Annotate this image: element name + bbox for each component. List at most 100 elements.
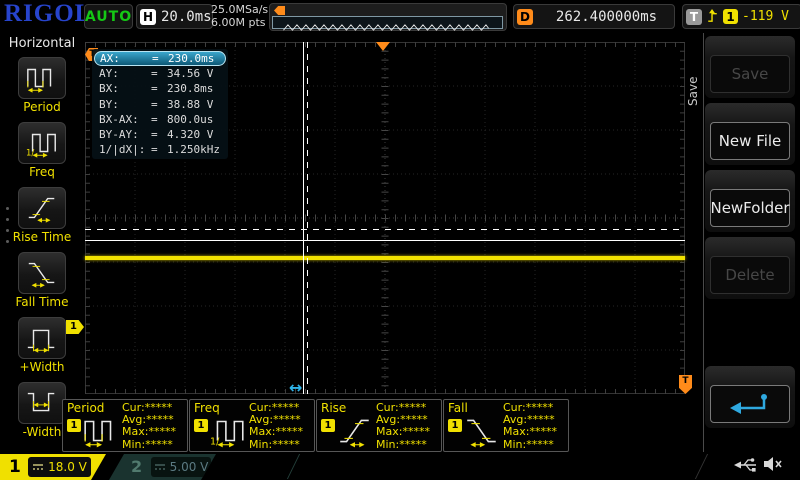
memory-position-bar[interactable] — [269, 3, 507, 31]
run-status-label: AUTO — [85, 9, 132, 25]
cursor-row-ax: AX: = 230.0ms — [94, 51, 226, 66]
measure-min: Min:***** — [376, 439, 430, 451]
save-button[interactable]: Save — [705, 36, 795, 98]
timebase-value: 20.0ms — [161, 9, 212, 25]
menu-item-period[interactable]: Period — [0, 57, 84, 114]
cursor-row-inv-dx: 1/|dX|: = 1.250kHz — [94, 142, 226, 157]
cursor-label: BX-AX: — [99, 113, 151, 126]
cursor-label: AX: — [100, 52, 152, 65]
menu-item-label: +Width — [0, 360, 84, 374]
tab-divider — [695, 454, 708, 479]
fall-time-icon — [463, 414, 501, 452]
measure-name: Fall — [448, 401, 468, 415]
measure-channel-badge: 1 — [321, 419, 335, 432]
rise-time-icon — [18, 187, 66, 229]
menu-item-label: Rise Time — [0, 230, 84, 244]
measure-min: Min:***** — [249, 439, 303, 451]
trigger-box[interactable]: T 1 -119 V — [682, 4, 800, 29]
channel2-scale: 5.00 V — [170, 460, 209, 474]
cursor-value: 230.0ms — [168, 52, 220, 65]
menu-scroll-dot — [6, 207, 9, 210]
memory-position-marker-icon — [274, 6, 285, 15]
menu-item-label: Freq — [0, 165, 84, 179]
cursor-eq: = — [151, 67, 167, 80]
horizontal-timebase-box[interactable]: H 20.0ms — [136, 4, 213, 29]
trigger-slope-icon — [706, 8, 719, 25]
delay-value: 262.400000ms — [539, 9, 674, 25]
left-menu-title: Horizontal — [0, 36, 84, 51]
cursor-ay-line[interactable] — [85, 240, 685, 241]
delete-button[interactable]: Delete — [705, 237, 795, 299]
measure-max: Max:***** — [249, 426, 303, 438]
cursor-value: 800.0us — [167, 113, 221, 126]
measure-max: Max:***** — [503, 426, 557, 438]
return-arrow-icon — [728, 391, 772, 417]
menu-item-freq[interactable]: 1/ Freq — [0, 122, 84, 179]
usb-icon — [733, 457, 759, 477]
rise-time-icon — [336, 414, 374, 452]
delay-box[interactable]: D 262.400000ms — [513, 4, 675, 29]
delete-button-label: Delete — [710, 256, 790, 294]
cursor-bx-line[interactable] — [307, 42, 308, 394]
cursor-measurement-panel: AX: = 230.0ms AY: = 34.56 V BX: = 230.8m… — [92, 49, 228, 159]
new-file-button[interactable]: New File — [705, 103, 795, 165]
memory-depth: 6.00M pts — [211, 16, 268, 29]
measure-max: Max:***** — [122, 426, 176, 438]
measure-min: Min:***** — [503, 439, 557, 451]
cursor-eq: = — [151, 128, 167, 141]
horizontal-h-icon: H — [140, 9, 156, 25]
menu-item-fall-time[interactable]: Fall Time — [0, 252, 84, 309]
cursor-eq: = — [151, 143, 167, 156]
trigger-t-icon: T — [686, 9, 702, 25]
tab-divider — [287, 454, 300, 479]
cursor-move-arrow-icon[interactable]: ↔ — [289, 378, 302, 397]
svg-text:1/: 1/ — [26, 148, 34, 158]
measure-item-period[interactable]: Period 1 Cur:***** Avg:***** Max:***** M… — [62, 399, 188, 452]
channel2-tab[interactable]: 2 5.00 V — [109, 454, 216, 480]
cursor-value: 1.250kHz — [167, 143, 221, 156]
fall-time-icon — [18, 252, 66, 294]
menu-scroll-dot — [6, 229, 9, 232]
run-status-badge[interactable]: AUTO — [84, 4, 133, 29]
cursor-row-bx: BX: = 230.8ms — [94, 81, 226, 96]
waveform-preview — [272, 16, 503, 29]
minus-width-icon — [18, 382, 66, 424]
back-button[interactable] — [705, 366, 795, 428]
menu-item-label: Period — [0, 100, 84, 114]
cursor-ax-line[interactable] — [303, 42, 304, 394]
trigger-level-value: -119 V — [742, 9, 789, 24]
measure-name: Rise — [321, 401, 346, 415]
dc-coupling-icon — [32, 463, 44, 471]
cursor-value: 230.8ms — [167, 82, 221, 95]
menu-scroll-dot — [6, 218, 9, 221]
cursor-label: BY: — [99, 98, 151, 111]
delay-d-icon: D — [517, 9, 533, 25]
cursor-value: 4.320 V — [167, 128, 221, 141]
acquisition-info: 25.0MSa/s 6.00M pts — [211, 3, 268, 29]
cursor-eq: = — [151, 82, 167, 95]
cursor-by-line[interactable] — [85, 229, 685, 230]
cursor-value: 34.56 V — [167, 67, 221, 80]
new-file-button-label: New File — [710, 122, 790, 160]
freq-icon: 1/ — [18, 122, 66, 164]
measure-item-freq[interactable]: Freq 1 1/ Cur:***** Avg:***** Max:***** … — [189, 399, 315, 452]
cursor-eq: = — [151, 98, 167, 111]
measure-channel-badge: 1 — [194, 419, 208, 432]
trigger-position-marker-icon[interactable] — [376, 42, 390, 51]
measure-item-fall[interactable]: Fall 1 Cur:***** Avg:***** Max:***** Min… — [443, 399, 569, 452]
measure-name: Freq — [194, 401, 220, 415]
oscilloscope-screen: RIGOL AUTO H 20.0ms 25.0MSa/s 6.00M pts … — [0, 0, 800, 480]
channel1-waveform — [85, 256, 685, 260]
period-icon — [82, 414, 120, 452]
new-folder-button-label: NewFolder — [710, 189, 790, 227]
plus-width-icon — [18, 317, 66, 359]
menu-scroll-dot — [6, 240, 9, 243]
right-menu-tab-label: Save — [686, 56, 700, 106]
speaker-muted-icon — [762, 456, 784, 476]
measure-item-rise[interactable]: Rise 1 Cur:***** Avg:***** Max:***** Min… — [316, 399, 442, 452]
graticule: T T ↔ AX: = 230.0ms AY: = 34.56 V BX: = … — [85, 42, 685, 394]
new-folder-button[interactable]: NewFolder — [705, 170, 795, 232]
sample-rate: 25.0MSa/s — [211, 3, 268, 16]
channel1-tab[interactable]: 1 18.0 V — [0, 454, 106, 480]
menu-item-rise-time[interactable]: Rise Time — [0, 187, 84, 244]
